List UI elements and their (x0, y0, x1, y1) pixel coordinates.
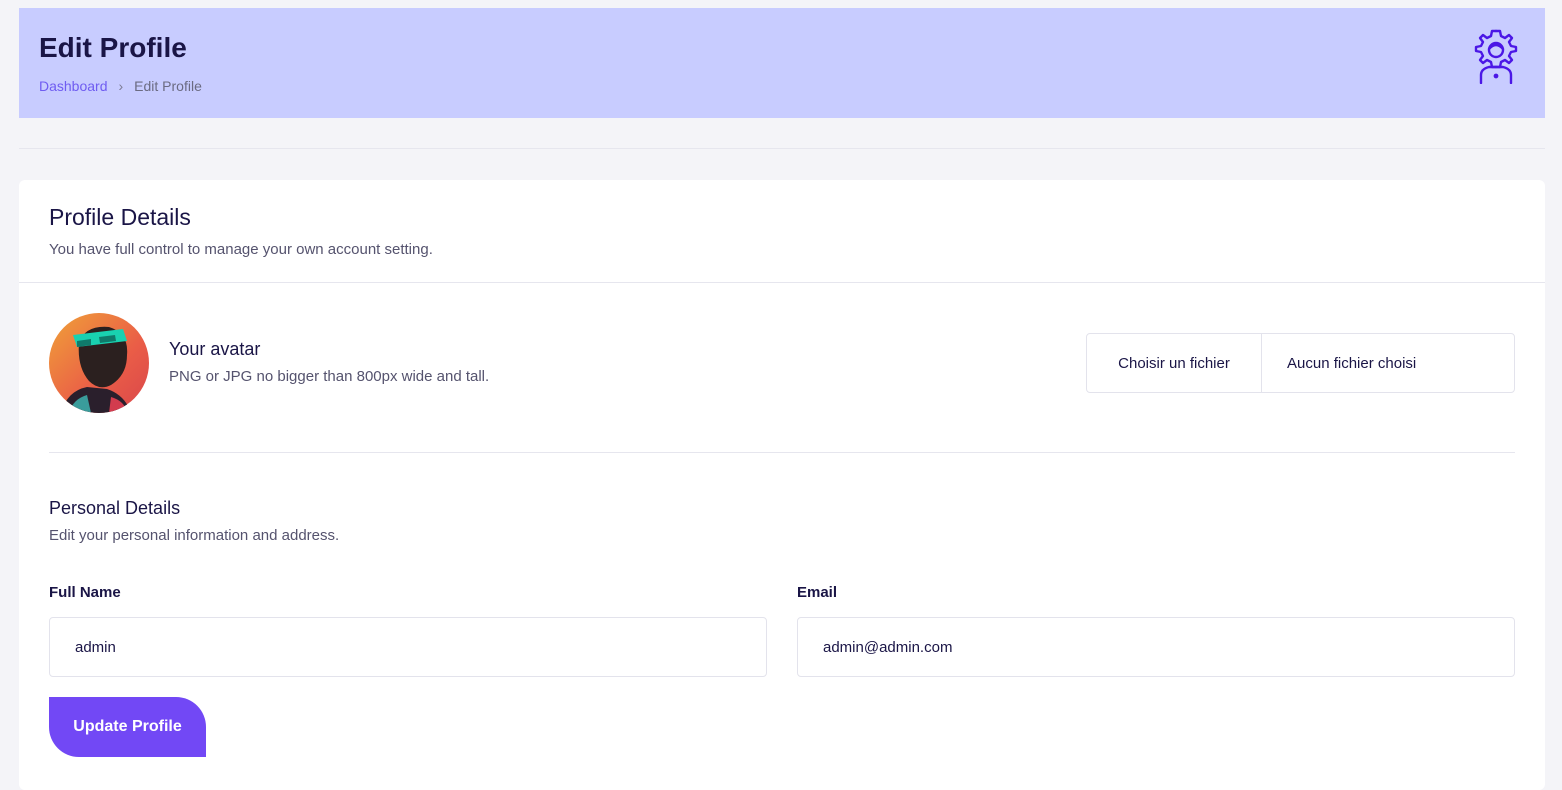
personal-details-title: Personal Details (49, 498, 181, 518)
user-gear-icon (1474, 29, 1518, 84)
breadcrumb-dashboard-link[interactable]: Dashboard (39, 78, 108, 94)
email-input[interactable] (797, 617, 1515, 677)
card-header: Profile Details You have full control to… (19, 180, 1545, 283)
avatar-image (49, 313, 149, 413)
avatar-row: Your avatar PNG or JPG no bigger than 80… (49, 313, 1515, 413)
full-name-input[interactable] (49, 617, 767, 677)
page-header: Edit Profile Dashboard › Edit Profile (19, 8, 1545, 118)
avatar-title: Your avatar (169, 339, 261, 359)
email-label: Email (797, 584, 838, 601)
update-profile-button[interactable]: Update Profile (49, 697, 206, 757)
card-title: Profile Details (49, 204, 191, 230)
avatar-hint: PNG or JPG no bigger than 800px wide and… (169, 368, 490, 385)
section-divider (49, 452, 1515, 453)
profile-card: Profile Details You have full control to… (19, 180, 1545, 790)
personal-details-subtitle: Edit your personal information and addre… (49, 527, 340, 544)
breadcrumb-current: Edit Profile (134, 78, 202, 94)
breadcrumb-separator: › (118, 78, 124, 94)
page-title: Edit Profile (39, 32, 187, 63)
card-subtitle: You have full control to manage your own… (49, 241, 433, 258)
avatar-file-input[interactable]: Choisir un fichier Aucun fichier choisi (1086, 333, 1515, 393)
choose-file-button[interactable]: Choisir un fichier (1087, 334, 1262, 392)
full-name-label: Full Name (49, 584, 121, 601)
file-status: Aucun fichier choisi (1287, 354, 1417, 372)
header-divider (19, 148, 1545, 149)
breadcrumb: Dashboard › Edit Profile (39, 78, 202, 94)
